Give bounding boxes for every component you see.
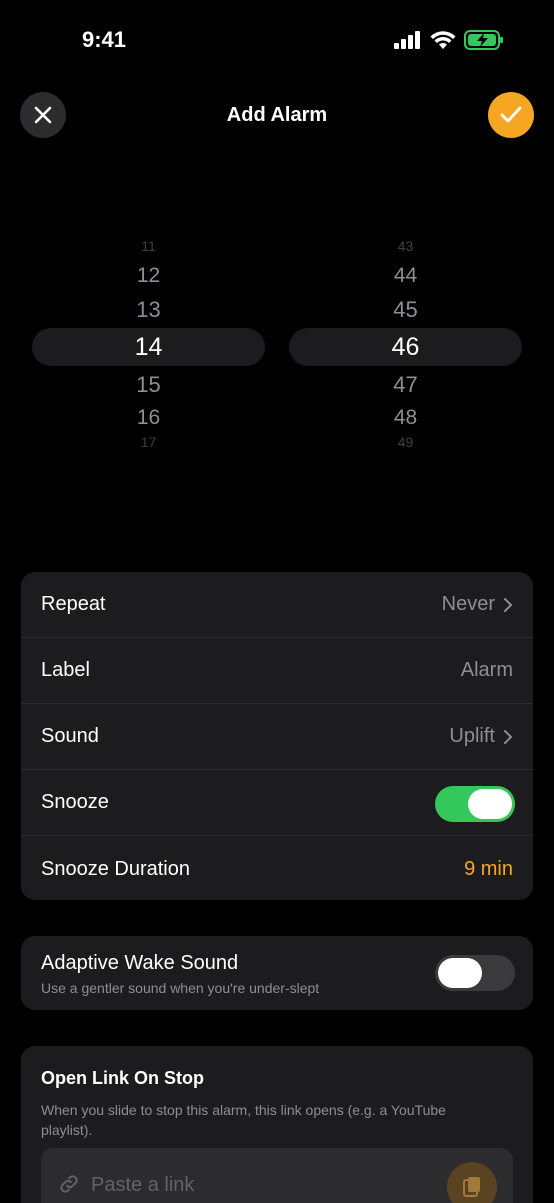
chevron-right-icon [504,729,512,744]
adaptive-wake-toggle[interactable] [435,955,515,991]
hour-option[interactable]: 16 [32,406,265,430]
repeat-label: Repeat [41,593,106,615]
wifi-icon [430,30,456,50]
hour-option[interactable]: 12 [32,264,265,288]
minute-option[interactable]: 47 [289,372,522,398]
snooze-label: Snooze [41,791,109,813]
link-input[interactable] [91,1170,431,1200]
toggle-knob [468,789,512,819]
label-row[interactable]: Label Alarm [21,638,533,704]
paste-button[interactable] [447,1162,497,1203]
header: Add Alarm [0,92,554,140]
repeat-row[interactable]: Repeat Never [21,572,533,638]
snooze-row: Snooze [21,770,533,836]
adaptive-wake-title: Adaptive Wake Sound [41,952,239,974]
hour-option[interactable]: 11 [32,238,265,254]
selected-minute[interactable]: 46 [289,333,522,362]
minute-option[interactable]: 43 [289,238,522,254]
hour-wheel[interactable]: 11 12 13 14 15 16 17 [32,228,265,458]
adaptive-wake-subtitle: Use a gentler sound when you're under-sl… [41,980,320,996]
sound-row[interactable]: Sound Uplift [21,704,533,770]
status-time: 9:41 [82,27,127,52]
sound-label: Sound [41,725,99,747]
alarm-settings-card: Repeat Never Label Alarm Sound Uplift Sn… [21,572,533,900]
link-input-container [41,1148,513,1203]
open-link-title: Open Link On Stop [41,1068,204,1088]
snooze-duration-value: 9 min [464,857,513,880]
toggle-knob [438,958,482,988]
adaptive-wake-card: Adaptive Wake Sound Use a gentler sound … [21,936,533,1010]
chevron-right-icon [504,597,512,612]
checkmark-icon [500,106,522,123]
hour-option[interactable]: 15 [32,372,265,398]
repeat-value-text: Never [441,593,495,615]
sound-value-text: Uplift [449,725,495,747]
snooze-toggle[interactable] [435,786,515,822]
hour-option[interactable]: 17 [32,434,265,450]
repeat-value: Never [442,593,513,616]
sound-value: Uplift [449,725,513,748]
page-title: Add Alarm [226,104,328,126]
battery-charging-icon [464,30,504,50]
open-link-subtitle: When you slide to stop this alarm, this … [41,1102,446,1138]
minute-option[interactable]: 49 [289,434,522,450]
hour-option[interactable]: 13 [32,297,265,323]
status-bar: 9:41 [0,0,554,82]
status-icons [394,30,504,50]
link-icon [60,1175,78,1193]
snooze-duration-row[interactable]: Snooze Duration 9 min [21,836,533,902]
minute-option[interactable]: 48 [289,406,522,430]
label-label: Label [41,659,90,681]
snooze-duration-label: Snooze Duration [41,857,190,880]
minute-option[interactable]: 44 [289,264,522,288]
cellular-signal-icon [394,31,422,49]
minute-option[interactable]: 45 [289,297,522,323]
selected-hour[interactable]: 14 [32,333,265,362]
open-link-card: Open Link On Stop When you slide to stop… [21,1046,533,1203]
clipboard-icon [463,1177,480,1197]
time-picker: 11 12 13 14 15 16 17 43 44 45 46 47 48 4… [0,228,554,458]
label-value: Alarm [460,659,513,681]
confirm-button[interactable] [488,92,534,138]
minute-wheel[interactable]: 43 44 45 46 47 48 49 [289,228,522,458]
